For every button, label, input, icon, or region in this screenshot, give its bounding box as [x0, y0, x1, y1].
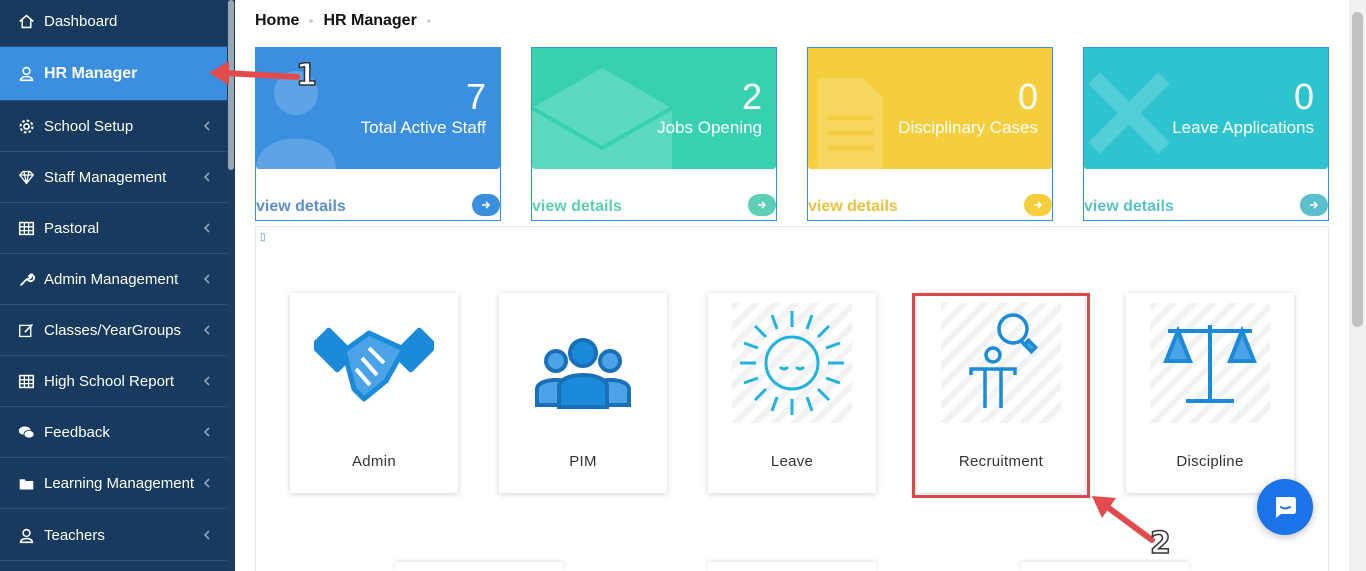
breadcrumb-separator: [426, 19, 431, 23]
sidebar-item-label: Staff Management: [44, 168, 167, 186]
arrow-right-icon[interactable]: [1024, 194, 1052, 216]
module-label: Admin: [351, 453, 397, 470]
sidebar-item-learning-management[interactable]: Learning Management: [0, 458, 227, 509]
sidebar-item-hr-manager[interactable]: HR Manager: [0, 47, 227, 101]
view-details-link[interactable]: view details: [808, 198, 898, 216]
page-scrollbar-thumb[interactable]: [1352, 12, 1363, 327]
arrow-right-icon[interactable]: [1300, 194, 1328, 216]
user-icon: [16, 525, 36, 545]
chevron-left-icon: [203, 530, 210, 540]
module-tile-discipline[interactable]: Discipline: [1126, 293, 1294, 493]
module-tile-admin[interactable]: Admin: [290, 293, 458, 493]
sidebar-item-admin-management[interactable]: Admin Management: [0, 254, 227, 305]
stat-card-header: 2 Jobs Opening: [532, 48, 776, 169]
module-tile-partial[interactable]: [708, 562, 876, 571]
sidebar-item-feedback[interactable]: Feedback: [0, 407, 227, 458]
wrench-icon: [16, 269, 36, 289]
chevron-left-icon: [203, 376, 210, 386]
sidebar-item-pastoral[interactable]: Pastoral: [0, 203, 227, 254]
sidebar-item-dashboard[interactable]: Dashboard: [0, 0, 227, 47]
sidebar-item-high-school-report[interactable]: High School Report: [0, 356, 227, 407]
group-icon: [535, 338, 631, 409]
module-tile-leave[interactable]: Leave: [708, 293, 876, 493]
module-label: Leave: [770, 453, 814, 470]
chevron-left-icon: [203, 325, 210, 335]
edit-icon: [16, 320, 36, 340]
tools-icon: [1088, 72, 1170, 154]
stat-value: 7: [465, 76, 486, 117]
home-icon: [16, 11, 36, 31]
sidebar-item-label: Pastoral: [44, 219, 100, 237]
sun-icon: [732, 303, 852, 423]
page-scrollbar[interactable]: [1349, 0, 1366, 571]
chevron-left-icon: [203, 223, 210, 233]
sidebar-item-label: Dashboard: [44, 12, 118, 30]
module-tile-partial[interactable]: [1021, 562, 1189, 571]
sidebar-item-label: Classes/YearGroups: [44, 321, 182, 339]
chevron-left-icon: [203, 172, 210, 182]
sidebar-item-label: High School Report: [44, 372, 175, 390]
view-details-link[interactable]: view details: [532, 198, 622, 216]
stat-card-disciplinary-cases: 0 Disciplinary Cases view details: [807, 47, 1053, 221]
folder-icon: [16, 473, 36, 493]
table-icon: [16, 371, 36, 391]
arrow-right-icon[interactable]: [748, 194, 776, 216]
envelope-icon: [532, 68, 672, 169]
annotation-number-2: 2: [1149, 525, 1171, 562]
stat-value: 0: [1017, 76, 1038, 117]
chat-bubbles-icon: [16, 422, 36, 442]
stat-label: Jobs Opening: [657, 118, 762, 137]
handshake-icon: [314, 327, 434, 402]
breadcrumb-separator: [309, 19, 314, 23]
stat-card-leave-applications: 0 Leave Applications view details: [1083, 47, 1329, 221]
annotation-number-1: 1: [295, 57, 317, 94]
stat-card-header: 0 Disciplinary Cases: [808, 48, 1052, 169]
user-icon: [16, 64, 36, 84]
sidebar-item-label: Teachers: [44, 526, 105, 544]
module-label: Discipline: [1176, 453, 1244, 470]
stat-value: 0: [1293, 76, 1314, 117]
breadcrumb-home[interactable]: Home: [255, 12, 299, 30]
stat-label: Leave Applications: [1172, 118, 1314, 137]
chevron-left-icon: [203, 274, 210, 284]
stat-card-header: 0 Leave Applications: [1084, 48, 1328, 169]
module-label: PIM: [569, 453, 597, 470]
sidebar-item-label: Admin Management: [44, 270, 179, 288]
sidebar-item-school-setup[interactable]: School Setup: [0, 101, 227, 152]
arrow-right-icon[interactable]: [472, 194, 500, 216]
view-details-link[interactable]: view details: [1084, 198, 1174, 216]
sidebar-item-label: School Setup: [44, 117, 134, 135]
gear-icon: [16, 116, 36, 136]
stat-label: Disciplinary Cases: [898, 118, 1038, 137]
chevron-left-icon: [203, 478, 210, 488]
chat-button[interactable]: [1257, 479, 1313, 535]
stat-label: Total Active Staff: [360, 118, 486, 137]
broken-image-icon: ▯: [260, 232, 266, 243]
module-tile-partial[interactable]: [395, 562, 563, 571]
document-icon: [818, 78, 883, 169]
view-details-link[interactable]: view details: [256, 198, 346, 216]
sidebar-item-label: Learning Management: [44, 474, 195, 492]
scales-icon: [1150, 303, 1270, 423]
sidebar: Dashboard HR Manager School Setup Staff …: [0, 0, 235, 571]
diamond-icon: [16, 167, 36, 187]
sidebar-item-label: Feedback: [44, 423, 110, 441]
recruitment-highlight-box: [912, 293, 1090, 498]
stat-card-jobs-opening: 2 Jobs Opening view details: [531, 47, 777, 221]
sidebar-item-teachers[interactable]: Teachers: [0, 510, 227, 561]
annotation-arrow-1: [209, 61, 300, 85]
breadcrumb: Home HR Manager: [255, 12, 441, 30]
stat-value: 2: [741, 76, 762, 117]
chevron-left-icon: [203, 121, 210, 131]
module-tile-pim[interactable]: PIM: [499, 293, 667, 493]
sidebar-item-staff-management[interactable]: Staff Management: [0, 152, 227, 203]
chevron-left-icon: [203, 427, 210, 437]
chat-icon: [1276, 497, 1296, 518]
breadcrumb-current: HR Manager: [323, 12, 417, 29]
table-icon: [16, 218, 36, 238]
sidebar-item-label: HR Manager: [44, 64, 138, 82]
sidebar-item-classes-yeargroups[interactable]: Classes/YearGroups: [0, 305, 227, 356]
